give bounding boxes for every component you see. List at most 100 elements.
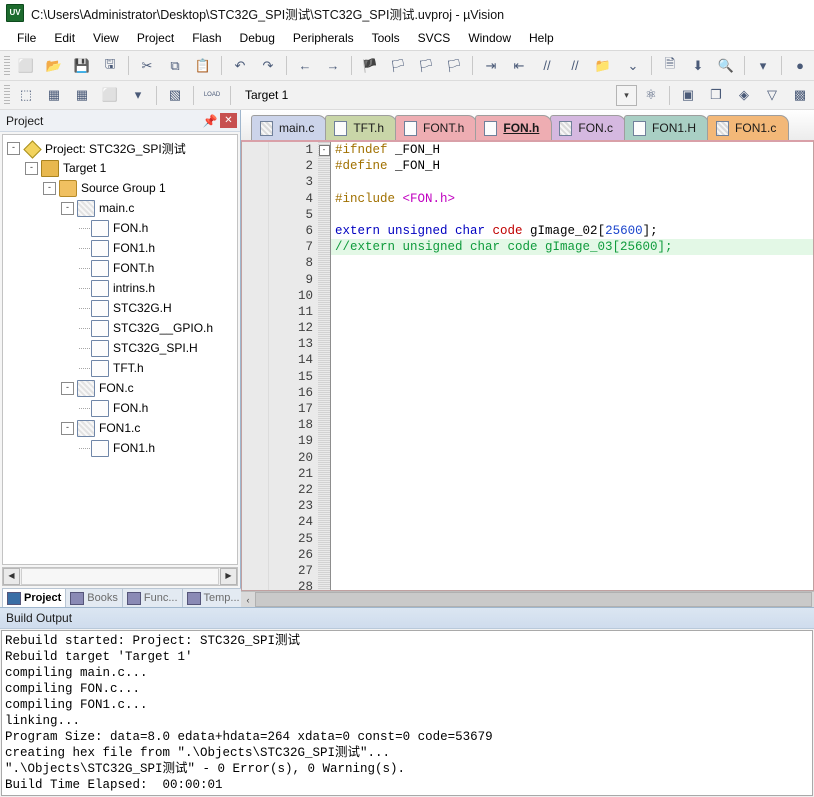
editor-hscrollbar[interactable]: ‹ — [241, 591, 814, 607]
build-output-text[interactable]: Rebuild started: Project: STC32G_SPI测试 Re… — [1, 630, 813, 796]
editor-tab-fon1-c[interactable]: FON1.c — [707, 115, 790, 140]
code-line[interactable] — [331, 174, 813, 190]
fold-slot[interactable] — [318, 355, 330, 371]
panel-tab-temp[interactable]: Temp... — [181, 588, 245, 607]
open-folder-icon[interactable]: 📂 — [41, 53, 67, 78]
fold-slot[interactable] — [318, 339, 330, 355]
code-line[interactable] — [331, 369, 813, 385]
translate-icon[interactable]: ⬚ — [13, 83, 39, 108]
menu-item-tools[interactable]: Tools — [363, 28, 409, 48]
navigate-forward-icon[interactable]: → — [320, 53, 346, 78]
bookmark-prev-icon[interactable]: 🏳 — [385, 53, 411, 78]
tree-item[interactable]: FON.h — [3, 398, 237, 418]
menu-item-project[interactable]: Project — [128, 28, 183, 48]
editor-scroll-left-icon[interactable]: ‹ — [241, 595, 255, 605]
menu-item-peripherals[interactable]: Peripherals — [284, 28, 363, 48]
fold-slot[interactable] — [318, 388, 330, 404]
toolbar-grip[interactable] — [4, 55, 10, 76]
code-line[interactable] — [331, 514, 813, 530]
batch-build-icon[interactable]: ⬜ — [97, 83, 123, 108]
editor-tab-fon-c[interactable]: FON.c — [550, 115, 627, 140]
target-options-icon[interactable]: ⚛ — [638, 83, 664, 108]
code-line[interactable] — [331, 563, 813, 579]
configure-target-icon[interactable]: 🗎 — [657, 53, 683, 78]
code-line[interactable] — [331, 482, 813, 498]
code-line[interactable] — [331, 288, 813, 304]
menu-item-view[interactable]: View — [84, 28, 128, 48]
tree-item[interactable]: - Target 1 — [3, 158, 237, 178]
menu-item-help[interactable]: Help — [520, 28, 563, 48]
multi-project-icon[interactable]: ❐ — [703, 83, 729, 108]
paste-icon[interactable]: 📋 — [190, 53, 216, 78]
fold-slot[interactable] — [318, 534, 330, 550]
dropdown-arrow-icon[interactable]: ⌄ — [620, 53, 646, 78]
project-tree-hscrollbar[interactable]: ◀ ▶ — [2, 567, 238, 586]
code-line[interactable] — [331, 498, 813, 514]
tree-item[interactable]: TFT.h — [3, 358, 237, 378]
fold-slot[interactable] — [318, 550, 330, 566]
chevron-down-icon[interactable]: ▾ — [616, 84, 637, 106]
select-software-packs-icon[interactable]: ▩ — [787, 83, 813, 108]
menu-item-window[interactable]: Window — [459, 28, 520, 48]
fold-slot[interactable] — [318, 501, 330, 517]
fold-slot[interactable] — [318, 161, 330, 177]
fold-slot[interactable] — [318, 469, 330, 485]
code-line[interactable]: #define _FON_H — [331, 158, 813, 174]
editor-tab-main-c[interactable]: main.c — [251, 115, 328, 140]
code-line[interactable]: //extern unsigned char code gImage_03[25… — [331, 239, 813, 256]
fold-slot[interactable] — [318, 177, 330, 193]
code-line[interactable] — [331, 336, 813, 352]
code-line[interactable] — [331, 466, 813, 482]
fold-slot[interactable]: - — [318, 145, 330, 161]
code-line[interactable] — [331, 352, 813, 368]
editor-scroll-thumb[interactable] — [255, 592, 812, 607]
editor-tab-fon-h[interactable]: FON.h — [475, 115, 553, 140]
panel-tab-books[interactable]: Books — [65, 588, 123, 607]
tree-expander-icon[interactable]: - — [61, 421, 74, 435]
navigate-back-icon[interactable]: ← — [292, 53, 318, 78]
open-file-ext-icon[interactable]: 📁 — [590, 53, 616, 78]
fold-slot[interactable] — [318, 226, 330, 242]
copy-icon[interactable]: ⧉ — [162, 53, 188, 78]
fold-slot[interactable] — [318, 517, 330, 533]
tree-expander-icon[interactable]: - — [43, 181, 56, 195]
fold-slot[interactable] — [318, 566, 330, 582]
redo-icon[interactable]: ↷ — [255, 53, 281, 78]
indent-right-icon[interactable]: ⇥ — [478, 53, 504, 78]
menu-item-file[interactable]: File — [8, 28, 45, 48]
menu-item-debug[interactable]: Debug — [231, 28, 284, 48]
pin-icon[interactable]: 📌 — [202, 113, 218, 129]
manage-run-time-icon[interactable]: ▽ — [759, 83, 785, 108]
rebuild-all-icon[interactable]: ▦ — [69, 83, 95, 108]
indent-left-icon[interactable]: ⇤ — [506, 53, 532, 78]
tree-item[interactable]: FON1.h — [3, 238, 237, 258]
tree-item[interactable]: FON.h — [3, 218, 237, 238]
build-icon[interactable]: ▦ — [41, 83, 67, 108]
scroll-left-icon[interactable]: ◀ — [3, 568, 20, 585]
fold-collapse-icon[interactable]: - — [318, 145, 330, 156]
fold-slot[interactable] — [318, 582, 330, 590]
tree-item[interactable]: STC32G_SPI.H — [3, 338, 237, 358]
code-text[interactable]: #ifndef _FON_H #define _FON_H #include <F… — [331, 142, 813, 590]
fold-slot[interactable] — [318, 485, 330, 501]
build-toolbar-grip[interactable] — [4, 85, 10, 105]
comment-icon[interactable]: // — [534, 53, 560, 78]
save-icon[interactable]: 💾 — [69, 53, 95, 78]
code-line[interactable] — [331, 417, 813, 433]
load-icon[interactable]: LOAD — [199, 83, 225, 108]
batch-build-dropdown-icon[interactable]: ▾ — [125, 83, 151, 108]
tree-item[interactable]: - Source Group 1 — [3, 178, 237, 198]
scroll-track[interactable] — [21, 568, 219, 585]
code-line[interactable] — [331, 547, 813, 563]
fold-slot[interactable] — [318, 453, 330, 469]
fold-slot[interactable] — [318, 242, 330, 258]
fold-slot[interactable] — [318, 323, 330, 339]
pack-installer-icon[interactable]: ◈ — [731, 83, 757, 108]
breakpoint-gutter[interactable] — [242, 142, 269, 590]
fold-slot[interactable] — [318, 420, 330, 436]
fold-slot[interactable] — [318, 291, 330, 307]
tree-item[interactable]: intrins.h — [3, 278, 237, 298]
tree-item[interactable]: - FON.c — [3, 378, 237, 398]
tree-expander-icon[interactable]: - — [25, 161, 38, 175]
tree-item[interactable]: - main.c — [3, 198, 237, 218]
